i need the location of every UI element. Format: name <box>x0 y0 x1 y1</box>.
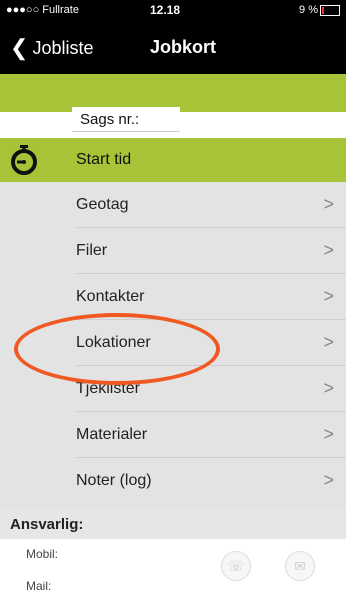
page-title: Jobkort <box>150 37 217 57</box>
menu-item-label: Noter (log) <box>76 472 152 489</box>
mail-label: Mail: <box>26 579 52 593</box>
back-label: Jobliste <box>32 37 94 58</box>
mail-icon[interactable]: ✉ <box>285 551 315 581</box>
status-time: 12.18 <box>150 3 181 17</box>
responsible-header: Ansvarlig: <box>0 509 346 539</box>
nav-bar: ❮ Jobliste Jobkort <box>0 20 346 74</box>
carrier-label: ●●●○○ Fullrate <box>6 4 79 16</box>
chevron-right-icon: > <box>323 470 334 490</box>
sags-label: Sags nr.: <box>80 111 140 128</box>
menu-item-label: Filer <box>76 242 108 259</box>
battery-percent: 9 % <box>299 4 318 16</box>
menu-item-geotag[interactable]: Geotag > <box>0 182 346 228</box>
status-bar: ●●●○○ Fullrate 12.18 9 % <box>0 0 346 20</box>
menu-item-label: Geotag <box>76 196 129 213</box>
phone-icon[interactable]: ☏ <box>221 551 251 581</box>
menu-item-noter[interactable]: Noter (log) > <box>0 458 346 504</box>
chevron-right-icon: > <box>323 194 334 214</box>
menu-item-label: Kontakter <box>76 288 145 305</box>
start-time-button[interactable]: Start tid <box>0 138 346 182</box>
menu-item-filer[interactable]: Filer > <box>0 228 346 274</box>
back-button[interactable]: ❮ Jobliste <box>10 37 93 59</box>
chevron-right-icon: > <box>323 240 334 260</box>
battery-icon <box>320 5 340 16</box>
chevron-right-icon: > <box>323 286 334 306</box>
start-time-label: Start tid <box>76 151 132 168</box>
menu-item-materialer[interactable]: Materialer > <box>0 412 346 458</box>
sags-field[interactable]: Sags nr.: <box>72 107 180 132</box>
highlight-circle <box>14 313 220 385</box>
chevron-right-icon: > <box>323 378 334 398</box>
chevron-right-icon: > <box>323 332 334 352</box>
contact-section: Mobil: Mail: ☏ ✉ <box>0 539 346 597</box>
menu-item-kontakter[interactable]: Kontakter > <box>0 274 346 320</box>
menu-item-label: Materialer <box>76 426 148 443</box>
chevron-left-icon: ❮ <box>10 35 29 60</box>
stopwatch-icon <box>11 145 37 175</box>
mobil-label: Mobil: <box>26 547 59 561</box>
responsible-heading: Ansvarlig: <box>10 516 84 533</box>
chevron-right-icon: > <box>323 424 334 444</box>
